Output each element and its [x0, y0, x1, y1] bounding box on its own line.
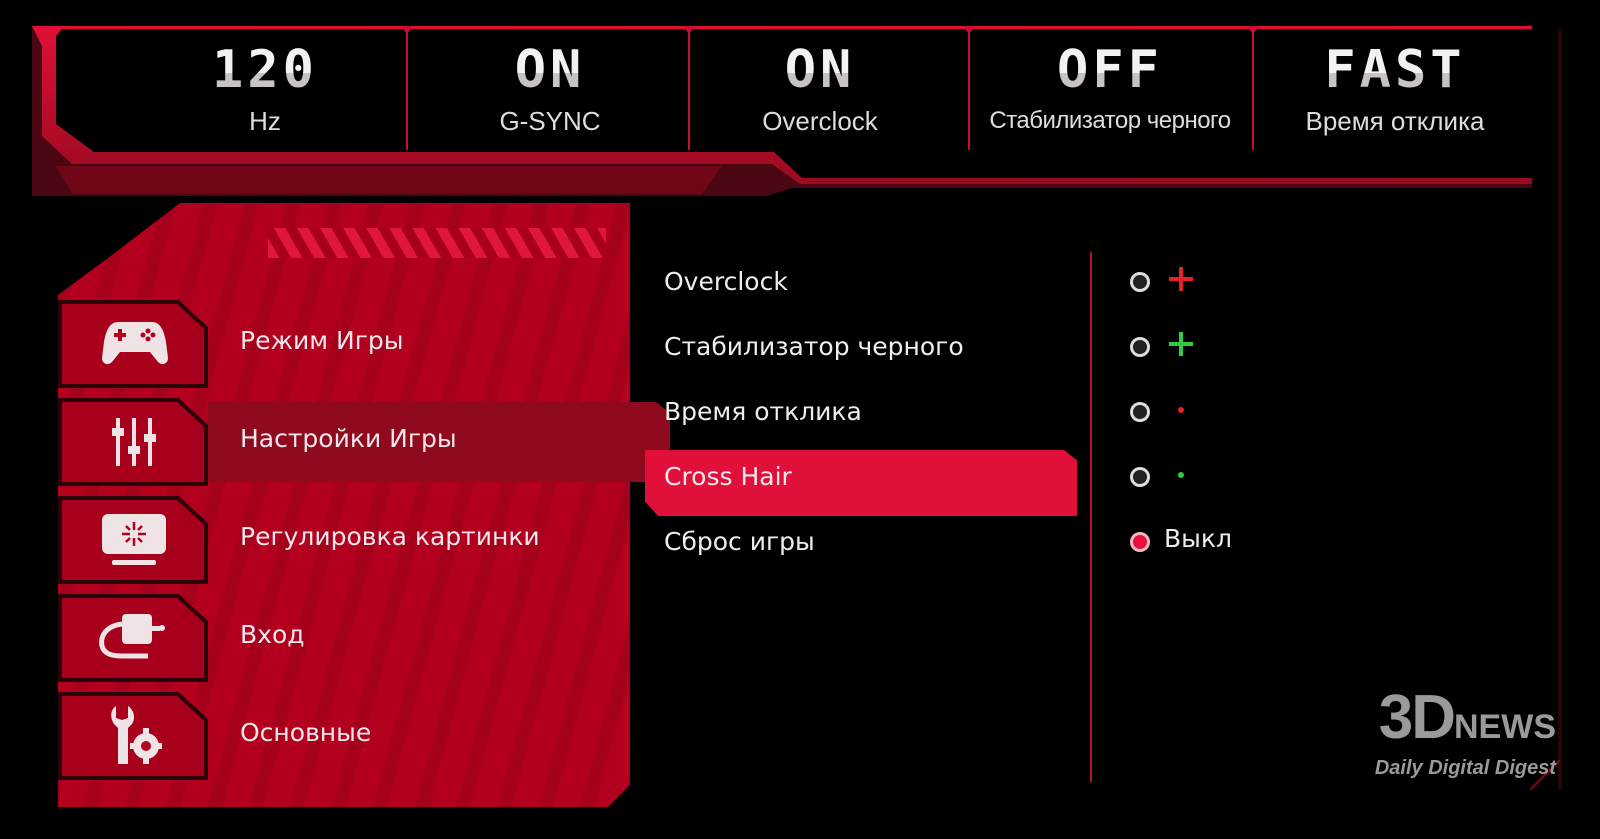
gamepad-icon [102, 322, 168, 365]
red-dot-icon [1178, 407, 1184, 413]
radio-button[interactable] [1130, 467, 1150, 487]
watermark-3d: 3D [1378, 683, 1456, 752]
radio-button[interactable] [1130, 337, 1150, 357]
status-label: Hz [249, 106, 281, 136]
watermark-logo: 3DNEWS [1316, 687, 1556, 755]
status-label: Время отклика [1305, 106, 1485, 136]
sidebar-item-game-mode[interactable]: Режим Игры [58, 300, 618, 388]
sidebar-item-picture-adjust[interactable]: Регулировка картинки [58, 496, 618, 584]
sidebar-item-label: Основные [240, 718, 372, 747]
sidebar-item-label: Настройки Игры [240, 424, 457, 453]
submenu-item-cross-hair[interactable]: Cross Hair [664, 462, 792, 491]
watermark-tagline: Daily Digital Digest [1374, 757, 1556, 779]
submenu-item-game-reset[interactable]: Сброс игры [664, 527, 815, 556]
status-value: 120 [170, 40, 360, 100]
status-black-stabilizer: OFF Стабилизатор черного [970, 40, 1250, 150]
status-gsync: ON G-SYNC [440, 40, 660, 150]
status-label: Overclock [762, 106, 878, 136]
submenu-item-black-stabilizer[interactable]: Стабилизатор черного [664, 332, 964, 361]
status-value: FAST [1270, 40, 1520, 100]
status-value: ON [710, 40, 930, 100]
option-label: Выкл [1164, 524, 1232, 553]
sidebar-item-general[interactable]: Основные [58, 692, 618, 780]
sidebar-item-game-settings[interactable]: Настройки Игры [58, 398, 670, 486]
status-overclock: ON Overclock [710, 40, 930, 150]
watermark-news: NEWS [1454, 708, 1556, 746]
radio-button-selected[interactable] [1130, 532, 1150, 552]
status-response-time: FAST Время отклика [1270, 40, 1520, 150]
submenu-item-overclock[interactable]: Overclock [664, 267, 788, 296]
hazard-stripes [268, 228, 606, 258]
sidebar-item-input[interactable]: Вход [58, 594, 618, 682]
divider [683, 26, 695, 150]
column-divider [1090, 252, 1092, 782]
red-cross-icon [1169, 267, 1193, 291]
status-label: G-SYNC [499, 106, 601, 136]
sliders-icon [112, 418, 156, 466]
sidebar-item-label: Режим Игры [240, 326, 404, 355]
green-cross-icon [1169, 332, 1193, 356]
radio-button[interactable] [1130, 402, 1150, 422]
green-dot-icon [1178, 472, 1184, 478]
divider [401, 26, 413, 150]
radio-button[interactable] [1130, 272, 1150, 292]
status-value: ON [440, 40, 660, 100]
3dnews-watermark: 3DNEWS Daily Digital Digest [1316, 687, 1556, 780]
input-plug-icon [99, 614, 165, 659]
wrench-gear-icon [111, 706, 162, 764]
divider [1247, 26, 1259, 150]
sidebar-item-label: Вход [240, 620, 305, 649]
status-label: Стабилизатор черного [989, 107, 1231, 134]
submenu-item-response-time[interactable]: Время отклика [664, 397, 862, 426]
frame-right-edge [1558, 30, 1562, 790]
sidebar-item-label: Регулировка картинки [240, 522, 540, 551]
status-refresh-rate: 120 Hz [170, 40, 360, 150]
monitor-brightness-icon [102, 514, 166, 565]
status-value: OFF [970, 40, 1250, 100]
